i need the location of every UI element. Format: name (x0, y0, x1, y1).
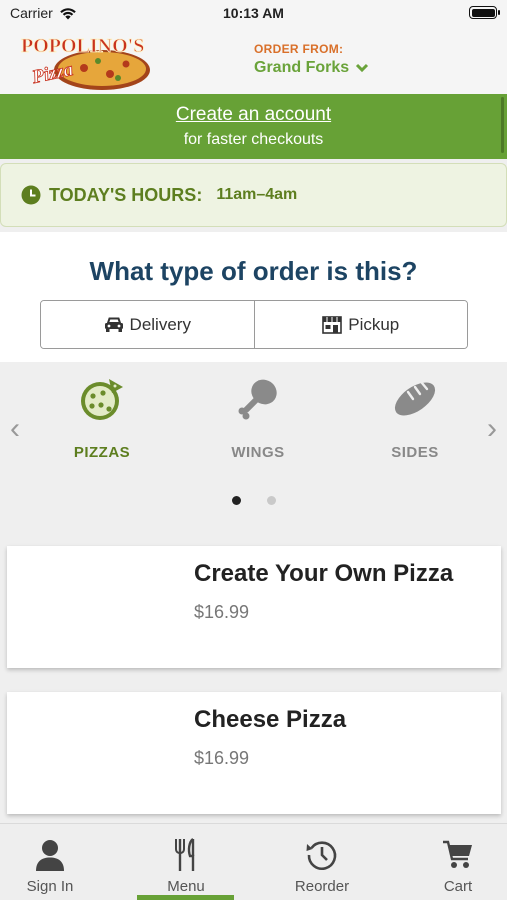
status-bar: Carrier 10:13 AM (0, 0, 507, 26)
category-sides[interactable]: SIDES (360, 374, 470, 461)
hours-banner: TODAY'S HOURS: 11am–4am (0, 163, 507, 227)
order-type-question: What type of order is this? (89, 256, 418, 286)
app-header: POPOLINO'S Pizza ORDER FROM: Grand Forks (0, 26, 507, 94)
order-from-selector[interactable]: ORDER FROM: Grand Forks (254, 42, 369, 77)
bread-icon (394, 381, 436, 416)
chevron-down-icon (356, 63, 369, 73)
carousel-next-arrow[interactable]: › (487, 414, 497, 444)
drumstick-icon (238, 379, 277, 420)
category-carousel: ‹ › PIZZAS WINGS SIDES (0, 362, 507, 532)
tab-sign-in[interactable]: Sign In (0, 838, 100, 895)
battery-icon (469, 6, 500, 19)
svg-text:POPOLINO'S: POPOLINO'S (21, 35, 144, 57)
store-icon (322, 315, 343, 334)
menu-item-card[interactable]: Create Your Own Pizza $16.99 (7, 546, 501, 668)
tab-label: Reorder (294, 878, 350, 895)
active-tab-indicator (137, 895, 234, 900)
account-banner: Create an account for faster checkouts (0, 94, 507, 159)
tab-menu[interactable]: Menu (136, 838, 236, 895)
category-pizzas[interactable]: PIZZAS (47, 374, 157, 461)
car-icon (104, 317, 123, 332)
menu-item-price: $16.99 (194, 602, 250, 622)
delivery-label: Delivery (129, 314, 191, 334)
pickup-label: Pickup (348, 314, 400, 334)
order-from-label: ORDER FROM: (254, 42, 344, 56)
carousel-page-dots (0, 496, 507, 505)
hours-title: TODAY'S HOURS: (49, 184, 203, 205)
pizza-icon (81, 379, 123, 420)
tab-label: Sign In (26, 878, 74, 895)
menu-item-card[interactable]: Cheese Pizza $16.99 (7, 692, 501, 814)
order-type-toggle: Delivery Pickup (40, 300, 468, 349)
menu-item-price: $16.99 (194, 748, 250, 768)
status-time: 10:13 AM (223, 5, 284, 21)
category-label: WINGS (231, 444, 285, 461)
page-dot-active[interactable] (231, 496, 241, 505)
bottom-tab-bar: Sign In Menu Reorder Cart (0, 823, 507, 900)
create-account-link[interactable]: Create an account (0, 104, 507, 126)
tab-label: Cart (443, 878, 473, 895)
account-banner-subtitle: for faster checkouts (183, 131, 324, 148)
clock-icon (21, 185, 41, 205)
scroll-indicator (501, 97, 504, 153)
person-icon (36, 840, 64, 871)
hours-value: 11am–4am (216, 186, 298, 203)
category-wings[interactable]: WINGS (203, 374, 313, 461)
menu-item-name: Cheese Pizza (194, 706, 347, 733)
category-label: SIDES (391, 444, 439, 461)
location-dropdown[interactable]: Grand Forks (254, 59, 369, 77)
page-dot[interactable] (266, 496, 276, 505)
popolinos-logo[interactable]: POPOLINO'S Pizza (18, 28, 163, 92)
tab-reorder[interactable]: Reorder (272, 838, 372, 895)
location-name: Grand Forks (254, 59, 350, 76)
tab-label: Menu (167, 878, 205, 895)
order-type-section: What type of order is this? Delivery Pic… (0, 232, 507, 362)
menu-item-name: Create Your Own Pizza (194, 560, 454, 587)
cart-icon (443, 840, 472, 868)
tab-cart[interactable]: Cart (408, 838, 507, 895)
category-label: PIZZAS (73, 444, 131, 461)
fork-knife-icon (175, 838, 195, 871)
carousel-prev-arrow[interactable]: ‹ (10, 414, 20, 444)
pickup-option[interactable]: Pickup (253, 301, 467, 348)
reorder-icon (306, 841, 337, 870)
delivery-option[interactable]: Delivery (41, 301, 254, 348)
